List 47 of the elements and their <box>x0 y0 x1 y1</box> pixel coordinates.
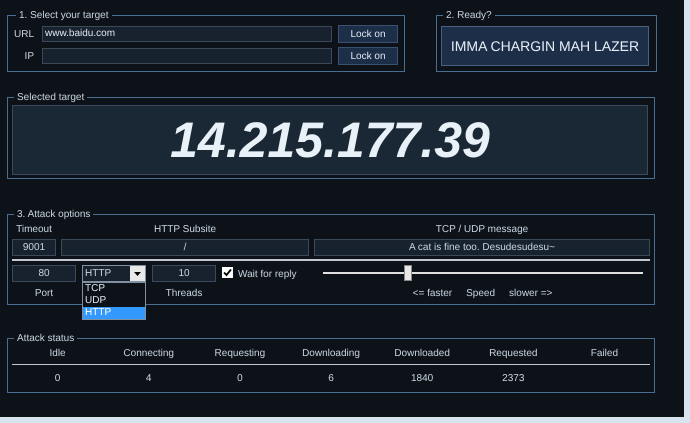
column-header: Idle <box>48 347 67 361</box>
faster-label: <= faster <box>412 287 452 301</box>
column-header: Downloaded <box>393 347 451 361</box>
lock-on-button[interactable]: Lock on <box>338 47 398 65</box>
threads-field[interactable]: 10 <box>152 265 216 282</box>
subsite-field[interactable]: / <box>61 239 309 256</box>
group-title: Attack status <box>16 332 76 346</box>
dropdown-option[interactable]: TCP <box>83 283 145 295</box>
ip-field[interactable] <box>42 48 332 64</box>
lock-on-button[interactable]: Lock on <box>338 25 398 43</box>
column-header: Downloading <box>301 347 361 361</box>
group-title: 3. Attack options <box>16 208 92 222</box>
slider-thumb[interactable] <box>404 265 412 281</box>
column-header: Requesting <box>214 347 266 361</box>
fire-button[interactable]: IMMA CHARGIN MAH LAZER <box>441 26 649 66</box>
port-field[interactable]: 80 <box>12 265 76 282</box>
dropdown-option[interactable]: UDP <box>83 295 145 307</box>
column-header: Failed <box>590 347 620 361</box>
wait-for-reply-label: Wait for reply <box>238 268 297 282</box>
target-address: 14.215.177.39 <box>170 110 490 170</box>
caret-icon <box>130 266 145 281</box>
status-value: 0 <box>54 372 62 383</box>
message-label: TCP / UDP message <box>434 223 530 237</box>
status-value: 0 <box>236 372 244 383</box>
timeout-field[interactable]: 9001 <box>12 239 56 256</box>
timeout-label: Timeout <box>15 223 53 237</box>
url-field[interactable]: www.baidu.com <box>42 26 332 42</box>
threads-label: Threads <box>166 287 202 301</box>
speed-slider[interactable] <box>322 265 643 282</box>
port-label: Port <box>34 287 54 301</box>
status-value: 1840 <box>410 372 434 383</box>
group-title: 2. Ready? <box>445 9 493 23</box>
url-label: URL <box>14 28 36 42</box>
message-field[interactable]: A cat is fine too. Desudesudesu~ <box>314 239 650 256</box>
speed-label: Speed <box>466 287 496 301</box>
ip-label: IP <box>24 50 35 64</box>
status-value: 6 <box>327 372 335 383</box>
column-header: Requested <box>488 347 538 361</box>
subsite-label: HTTP Subsite <box>152 223 218 237</box>
column-header: Connecting <box>122 347 175 361</box>
group-title: Selected target <box>16 91 86 105</box>
status-value: 2373 <box>501 372 526 383</box>
status-value: 4 <box>144 372 152 383</box>
slower-label: slower => <box>509 287 552 301</box>
group-title: 1. Select your target <box>18 9 110 23</box>
checkbox[interactable] <box>222 267 233 278</box>
method-dropdown[interactable]: HTTP <box>82 265 146 282</box>
